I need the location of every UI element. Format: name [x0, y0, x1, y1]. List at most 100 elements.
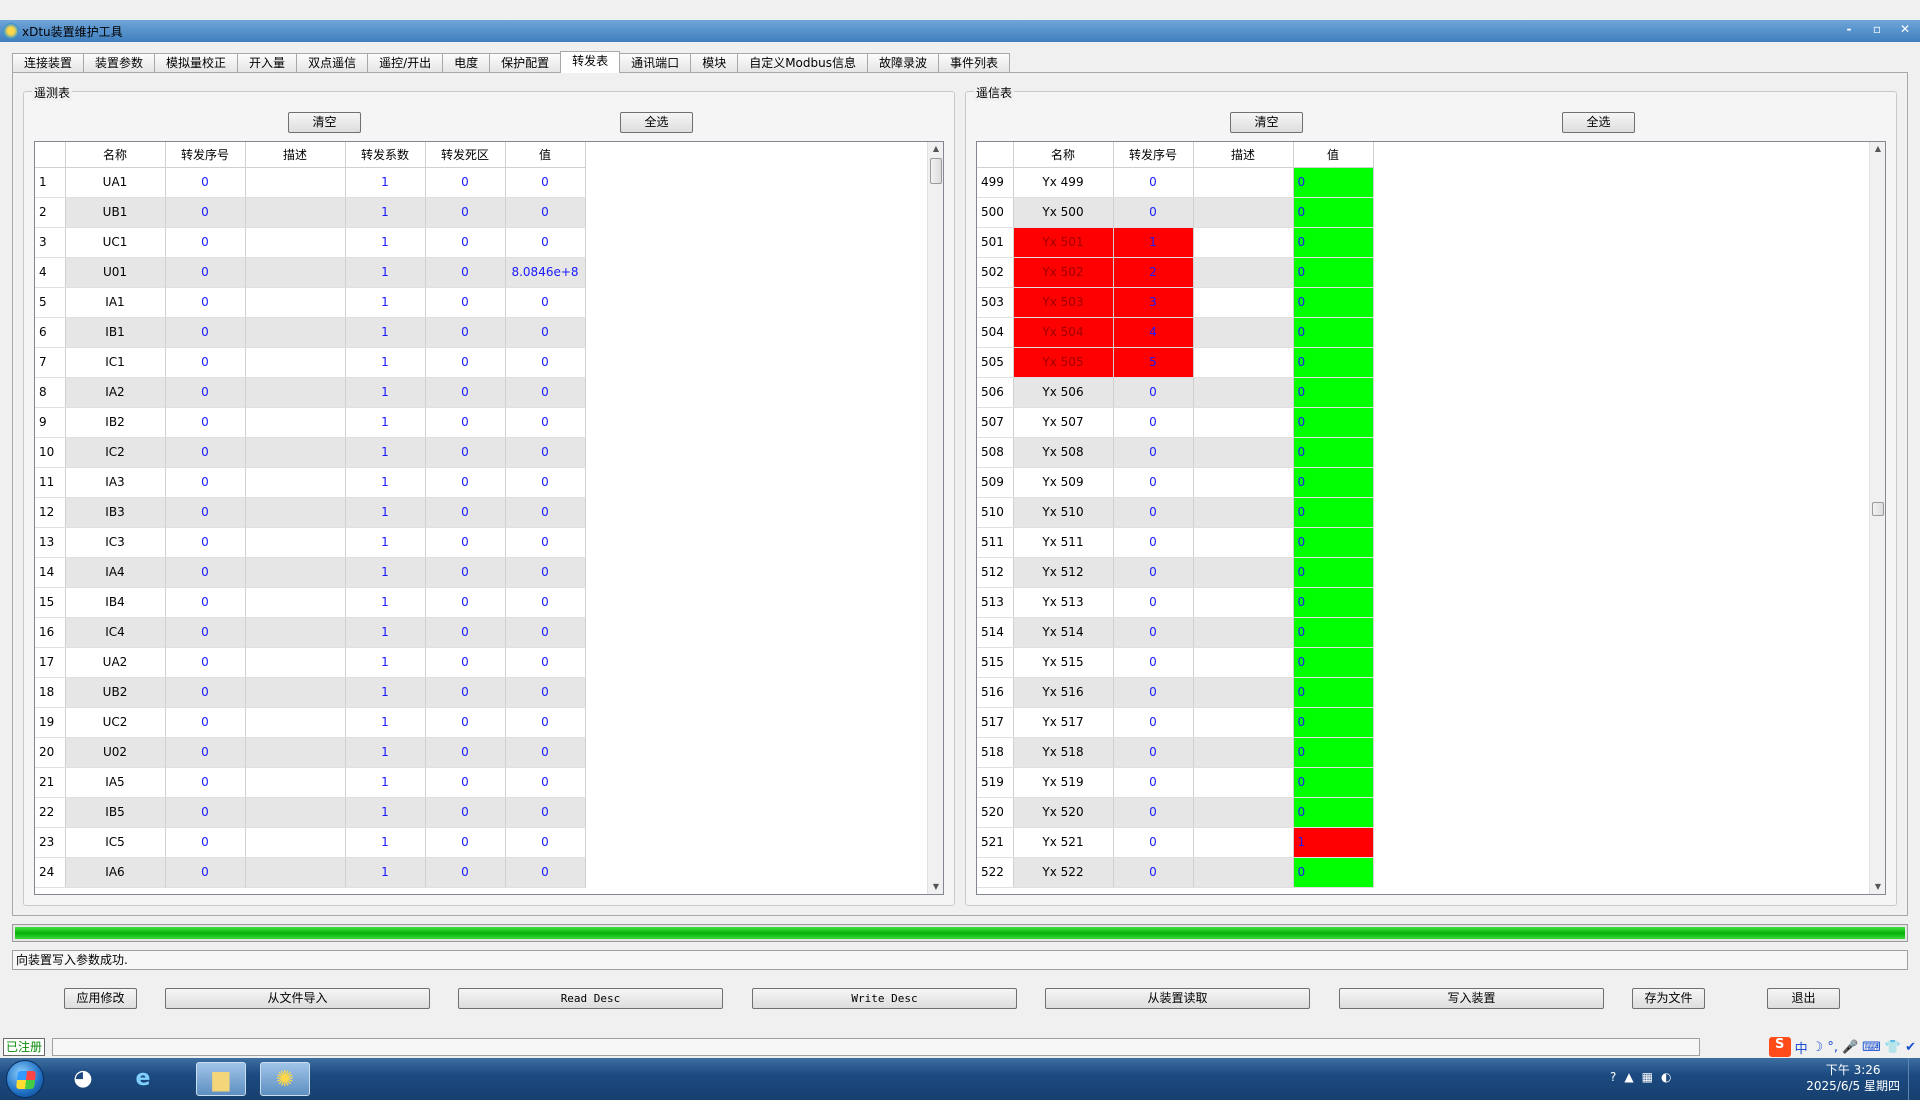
- cell-seq[interactable]: 0: [1113, 197, 1194, 228]
- cell-name[interactable]: UB1: [65, 197, 166, 228]
- cell-name[interactable]: Yx 513: [1013, 587, 1114, 618]
- table-row[interactable]: 515 Yx 515 0 0: [977, 647, 1869, 678]
- table-row[interactable]: 24 IA6 0 1 0 0: [35, 857, 927, 888]
- cell-desc[interactable]: [1193, 407, 1294, 438]
- cell-value[interactable]: 0: [1293, 227, 1374, 258]
- cell-desc[interactable]: [1193, 377, 1294, 408]
- table-row[interactable]: 14 IA4 0 1 0 0: [35, 557, 927, 588]
- scroll-down-icon[interactable]: ▼: [928, 880, 943, 894]
- column-header-desc[interactable]: 描述: [245, 142, 346, 168]
- cell-value[interactable]: 0: [505, 227, 586, 258]
- cell-seq[interactable]: 0: [165, 767, 246, 798]
- cell-desc[interactable]: [245, 647, 346, 678]
- cell-coef[interactable]: 1: [345, 407, 426, 438]
- show-desktop-button[interactable]: [1908, 1058, 1920, 1100]
- table-row[interactable]: 13 IC3 0 1 0 0: [35, 527, 927, 558]
- cell-value[interactable]: 0: [1293, 647, 1374, 678]
- cell-desc[interactable]: [1193, 677, 1294, 708]
- table-row[interactable]: 517 Yx 517 0 0: [977, 707, 1869, 738]
- wrench-icon[interactable]: ✔: [1905, 1040, 1916, 1055]
- cell-desc[interactable]: [1193, 827, 1294, 858]
- cell-deadband[interactable]: 0: [425, 857, 506, 888]
- cell-seq[interactable]: 0: [165, 527, 246, 558]
- cell-desc[interactable]: [245, 257, 346, 288]
- cell-seq[interactable]: 0: [1113, 407, 1194, 438]
- cell-seq[interactable]: 0: [165, 587, 246, 618]
- cell-coef[interactable]: 1: [345, 497, 426, 528]
- cell-coef[interactable]: 1: [345, 467, 426, 498]
- cell-value[interactable]: 0: [505, 737, 586, 768]
- teleindication-clear-button[interactable]: 清空: [1230, 112, 1303, 133]
- cell-desc[interactable]: [245, 497, 346, 528]
- cell-seq[interactable]: 0: [165, 167, 246, 198]
- tab-12[interactable]: 故障录波: [867, 53, 940, 73]
- save-to-file-button[interactable]: 存为文件: [1632, 988, 1705, 1009]
- cell-desc[interactable]: [1193, 557, 1294, 588]
- keyboard-icon[interactable]: ⌨: [1862, 1040, 1881, 1055]
- cell-value[interactable]: 0: [1293, 287, 1374, 318]
- cell-seq[interactable]: 0: [165, 257, 246, 288]
- read-desc-button[interactable]: Read Desc: [458, 988, 723, 1009]
- network-icon[interactable]: ▦: [1642, 1070, 1653, 1084]
- cell-seq[interactable]: 0: [165, 497, 246, 528]
- table-row[interactable]: 15 IB4 0 1 0 0: [35, 587, 927, 618]
- cell-deadband[interactable]: 0: [425, 737, 506, 768]
- table-row[interactable]: 4 U01 0 1 0 8.0846e+8: [35, 257, 927, 288]
- cell-name[interactable]: IB5: [65, 797, 166, 828]
- cell-value[interactable]: 8.0846e+8: [505, 257, 586, 288]
- cell-value[interactable]: 0: [1293, 257, 1374, 288]
- cell-coef[interactable]: 1: [345, 647, 426, 678]
- cell-name[interactable]: Yx 510: [1013, 497, 1114, 528]
- cell-seq[interactable]: 0: [1113, 557, 1194, 588]
- table-row[interactable]: 23 IC5 0 1 0 0: [35, 827, 927, 858]
- cell-name[interactable]: IC3: [65, 527, 166, 558]
- cell-seq[interactable]: 0: [165, 797, 246, 828]
- cell-deadband[interactable]: 0: [425, 797, 506, 828]
- table-row[interactable]: 519 Yx 519 0 0: [977, 767, 1869, 798]
- cell-desc[interactable]: [245, 767, 346, 798]
- column-header-deadband[interactable]: 转发死区: [425, 142, 506, 168]
- cell-seq[interactable]: 0: [165, 347, 246, 378]
- cell-desc[interactable]: [245, 587, 346, 618]
- cell-value[interactable]: 0: [505, 797, 586, 828]
- cell-value[interactable]: 0: [1293, 737, 1374, 768]
- exit-button[interactable]: 退出: [1767, 988, 1840, 1009]
- cell-value[interactable]: 0: [505, 677, 586, 708]
- teleindication-scrollbar[interactable]: ▲ ▼: [1869, 142, 1885, 894]
- cell-name[interactable]: Yx 499: [1013, 167, 1114, 198]
- telemetry-scrollbar[interactable]: ▲ ▼: [927, 142, 943, 894]
- cell-desc[interactable]: [1193, 167, 1294, 198]
- table-row[interactable]: 16 IC4 0 1 0 0: [35, 617, 927, 648]
- cell-name[interactable]: IA5: [65, 767, 166, 798]
- import-from-file-button[interactable]: 从文件导入: [165, 988, 430, 1009]
- cell-deadband[interactable]: 0: [425, 707, 506, 738]
- tab-11[interactable]: 自定义Modbus信息: [737, 53, 868, 73]
- clock[interactable]: 下午 3:26 2025/6/5 星期四: [1806, 1062, 1900, 1094]
- table-row[interactable]: 520 Yx 520 0 0: [977, 797, 1869, 828]
- table-row[interactable]: 516 Yx 516 0 0: [977, 677, 1869, 708]
- cell-seq[interactable]: 0: [165, 617, 246, 648]
- cell-seq[interactable]: 2: [1113, 257, 1194, 288]
- cell-desc[interactable]: [245, 287, 346, 318]
- cell-coef[interactable]: 1: [345, 587, 426, 618]
- cell-desc[interactable]: [1193, 527, 1294, 558]
- cell-coef[interactable]: 1: [345, 347, 426, 378]
- cell-value[interactable]: 0: [1293, 797, 1374, 828]
- cell-deadband[interactable]: 0: [425, 587, 506, 618]
- cell-seq[interactable]: 0: [1113, 167, 1194, 198]
- table-row[interactable]: 6 IB1 0 1 0 0: [35, 317, 927, 348]
- table-row[interactable]: 518 Yx 518 0 0: [977, 737, 1869, 768]
- cell-name[interactable]: Yx 512: [1013, 557, 1114, 588]
- write-to-device-button[interactable]: 写入装置: [1339, 988, 1604, 1009]
- tab-7[interactable]: 保护配置: [489, 53, 562, 73]
- cell-seq[interactable]: 0: [1113, 467, 1194, 498]
- cell-desc[interactable]: [245, 677, 346, 708]
- cell-coef[interactable]: 1: [345, 527, 426, 558]
- cell-deadband[interactable]: 0: [425, 467, 506, 498]
- cell-desc[interactable]: [1193, 197, 1294, 228]
- column-header-value[interactable]: 值: [1293, 142, 1374, 168]
- tab-1[interactable]: 装置参数: [83, 53, 156, 73]
- cell-name[interactable]: IC4: [65, 617, 166, 648]
- cell-name[interactable]: Yx 516: [1013, 677, 1114, 708]
- cell-seq[interactable]: 0: [1113, 497, 1194, 528]
